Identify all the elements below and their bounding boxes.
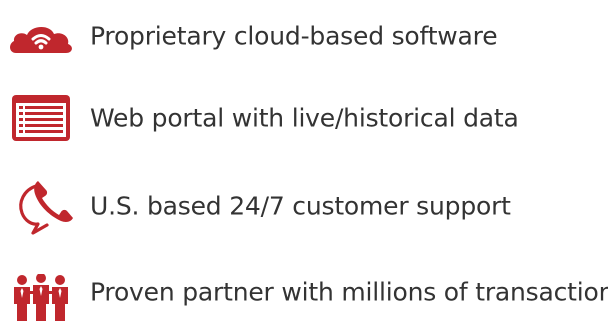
feature-label: Proven partner with millions of transact… (90, 277, 608, 307)
feature-item-web-portal: Web portal with live/historical data (0, 88, 608, 148)
phone-support-icon (19, 181, 73, 235)
feature-item-proven-partner: Proven partner with millions of transact… (0, 262, 608, 322)
feature-list: Proprietary cloud-based software Web por… (0, 0, 608, 324)
feature-item-cloud-software: Proprietary cloud-based software (0, 6, 608, 66)
people-partner-icon (14, 274, 68, 321)
feature-label: U.S. based 24/7 customer support (90, 191, 511, 221)
feature-label: Proprietary cloud-based software (90, 21, 498, 51)
feature-item-customer-support: U.S. based 24/7 customer support (0, 176, 608, 236)
cloud-wifi-icon (10, 26, 72, 53)
web-portal-list-icon (12, 95, 70, 141)
feature-label: Web portal with live/historical data (90, 103, 519, 133)
